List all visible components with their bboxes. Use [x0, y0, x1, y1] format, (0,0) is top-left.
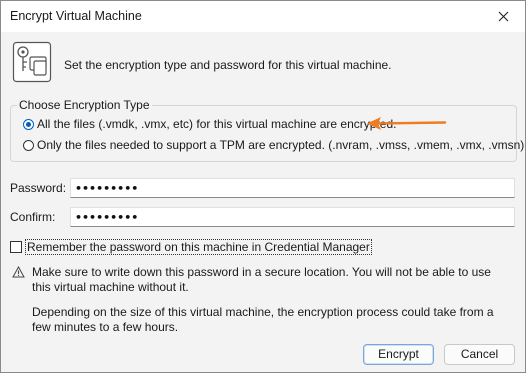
window-title: Encrypt Virtual Machine	[10, 9, 142, 23]
password-field[interactable]: •••••••••	[70, 178, 515, 198]
radio-button-selected[interactable]	[23, 118, 34, 130]
checkbox[interactable]	[10, 241, 22, 253]
title-bar: Encrypt Virtual Machine	[1, 1, 525, 32]
password-label: Password:	[10, 181, 67, 195]
warning-icon	[12, 266, 25, 278]
cancel-button[interactable]: Cancel	[444, 344, 515, 365]
remember-password-label: Remember the password on this machine in…	[25, 239, 372, 255]
radio-all-files-label: All the files (.vmdk, .vmx, etc) for thi…	[37, 117, 397, 131]
vm-key-icon	[12, 41, 52, 83]
radio-all-files[interactable]: All the files (.vmdk, .vmx, etc) for thi…	[23, 117, 396, 131]
password-warning-text: Make sure to write down this password in…	[32, 265, 491, 294]
close-button[interactable]	[481, 1, 525, 32]
radio-tpm-files[interactable]: Only the files needed to support a TPM a…	[23, 138, 524, 152]
confirm-field[interactable]: •••••••••	[70, 207, 515, 227]
confirm-label: Confirm:	[10, 210, 56, 224]
notes: Make sure to write down this password in…	[32, 265, 512, 335]
encrypt-button[interactable]: Encrypt	[363, 344, 434, 365]
header-description: Set the encryption type and password for…	[64, 58, 392, 72]
radio-button[interactable]	[23, 139, 34, 151]
encryption-type-legend: Choose Encryption Type	[17, 98, 152, 112]
annotation-arrow-icon	[367, 117, 447, 130]
encrypt-vm-dialog: Encrypt Virtual Machine Set the encrypti…	[0, 0, 526, 373]
remember-password-checkbox[interactable]: Remember the password on this machine in…	[10, 239, 372, 255]
radio-tpm-files-label: Only the files needed to support a TPM a…	[37, 138, 525, 152]
duration-note-text: Depending on the size of this virtual ma…	[32, 305, 494, 334]
close-icon	[498, 11, 508, 22]
